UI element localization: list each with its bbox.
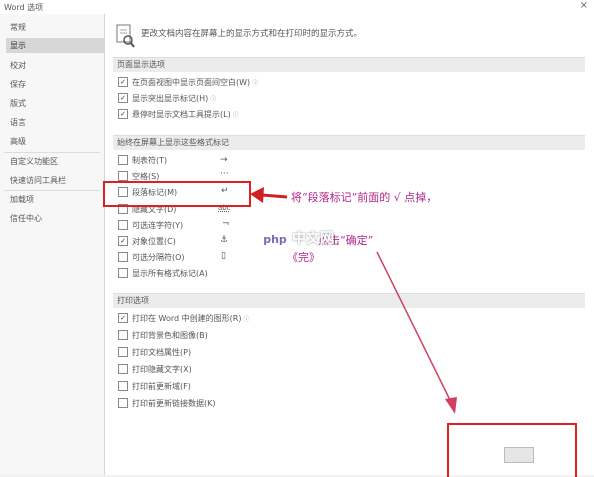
annotation-end: 《完》 <box>287 251 320 264</box>
watermark-brand: php <box>260 230 290 250</box>
annotation-instruction: 将“段落标记”前面的 √ 点掉， <box>291 191 438 204</box>
watermark-logo: php 中文网 <box>260 228 364 250</box>
watermark-text: 中文网 <box>292 231 334 247</box>
